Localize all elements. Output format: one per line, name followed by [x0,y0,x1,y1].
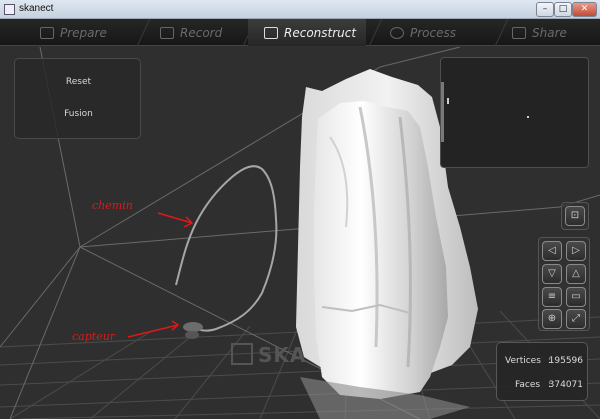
tab-label: Record [180,25,223,40]
watermark-text: SKA [258,343,307,367]
tab-label: Share [532,25,567,40]
sensor-marker [183,322,203,332]
sensor-annotation: capteur [72,330,116,343]
view-front-icon: ▽ [548,268,556,279]
arrow-right-icon: ▷ [572,245,580,256]
faces-value: 374071 [548,380,583,390]
tab-label: Process [410,25,456,40]
tab-separator [481,19,509,46]
view-tool-group: ◁ ▷ ▽ △ ≡ ▭ ⊕ ⤢ [538,237,590,331]
view-top-icon: ▭ [571,291,581,302]
title-bar[interactable]: skanect – □ ✕ [0,0,600,19]
film-icon [264,26,278,39]
fusion-button[interactable]: Fusion [15,109,142,119]
tab-record[interactable]: Record [160,19,222,46]
gears-icon [390,26,404,39]
tab-share[interactable]: Share [512,19,567,46]
capture-icon: ⊡ [570,210,580,221]
tab-prepare[interactable]: Prepare [40,19,107,46]
tab-label: Reconstruct [284,25,357,40]
maximize-button[interactable]: □ [554,2,572,17]
window-title: skanect [19,3,54,14]
skanect-window: skanect – □ ✕ Prepare Record Reconstruct… [0,0,600,419]
mesh-stats-panel: Vertices : 195596 Faces : 374071 [496,342,588,401]
close-button[interactable]: ✕ [572,2,597,17]
film-icon [160,26,174,39]
capture-tool-group: ⊡ [561,202,589,230]
depth-preview-panel [440,57,589,168]
rotate-right-button[interactable]: ▷ [566,241,586,261]
depth-preview [441,82,529,142]
watermark-logo-icon [231,343,253,365]
fit-view-icon: ⤢ [572,313,580,324]
tab-reconstruct[interactable]: Reconstruct [248,19,366,46]
thumbs-up-icon [512,26,526,39]
tab-process[interactable]: Process [390,19,456,46]
reconstruct-control-panel: Reset Fusion [14,58,141,139]
fit-view-button[interactable]: ⤢ [566,309,586,329]
zoom-button[interactable]: ⊕ [542,309,562,329]
tab-separator [123,19,151,46]
reset-button[interactable]: Reset [15,77,142,87]
view-back-button[interactable]: △ [566,264,586,284]
vertices-value: 195596 [548,356,583,366]
rotate-left-button[interactable]: ◁ [542,241,562,261]
view-side-icon: ≡ [547,291,557,302]
view-back-icon: △ [572,268,580,279]
zoom-icon: ⊕ [547,313,557,324]
vertices-label: Vertices [505,356,541,366]
app-icon [4,4,15,15]
view-top-button[interactable]: ▭ [566,287,586,307]
capture-button[interactable]: ⊡ [565,206,585,226]
prepare-icon [40,26,54,39]
minimize-button[interactable]: – [536,2,554,17]
path-annotation: chemin [92,199,133,212]
tab-label: Prepare [60,25,107,40]
arrow-left-icon: ◁ [548,245,556,256]
faces-label: Faces [515,380,541,390]
view-front-button[interactable]: ▽ [542,264,562,284]
workflow-tab-bar: Prepare Record Reconstruct Process Share [0,19,600,46]
3d-viewport[interactable]: SKA chemin capteur Reset Fusion ⊡ ◁ ▷ ▽ … [0,47,600,419]
path-arrow [157,212,194,228]
view-side-button[interactable]: ≡ [542,287,562,307]
camera-path [175,165,278,332]
sensor-arrow [127,320,180,338]
